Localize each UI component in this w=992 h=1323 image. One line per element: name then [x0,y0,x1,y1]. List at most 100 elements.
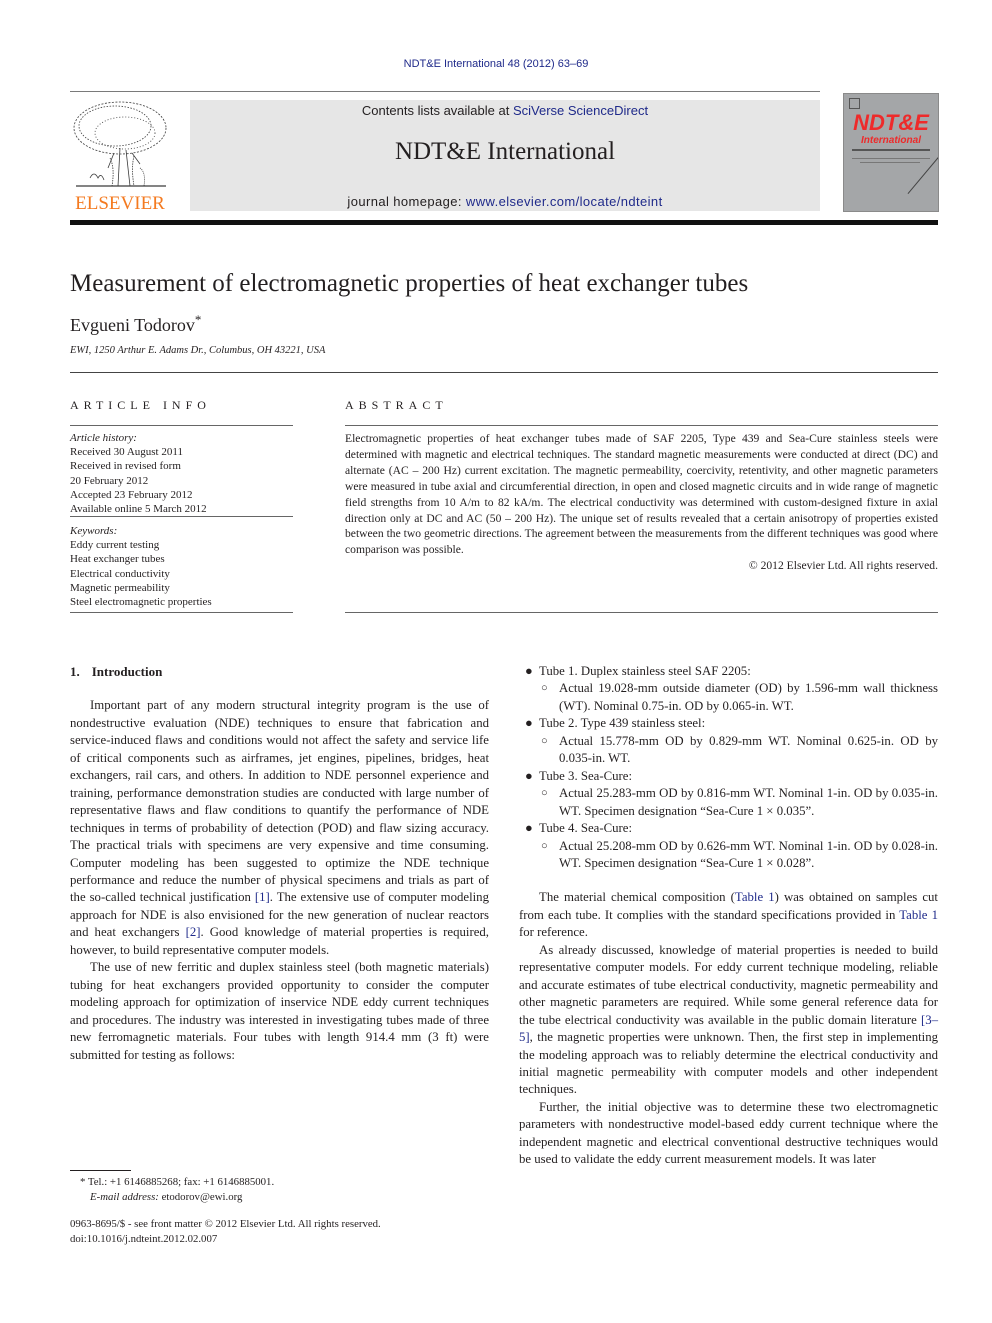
table-1-link[interactable]: Table 1 [735,890,775,904]
circle-bullet-icon: ○ [541,734,548,747]
tube-detail: ○ Actual 25.208-mm OD by 0.626-mm WT. Nom… [539,838,938,873]
abstract-heading: ABSTRACT [345,398,448,412]
journal-cover-image[interactable]: NDT&E International [843,93,939,212]
body-right-column: ● Tube 1. Duplex stainless steel SAF 220… [519,663,938,1169]
text-run: As already discussed, knowledge of mater… [519,942,938,1027]
article-info-rule [70,612,293,613]
citation-link-2[interactable]: [2] [186,925,201,939]
bullet-icon: ● [525,664,533,678]
right-paragraph-1: The material chemical composition (Table… [519,889,938,941]
header-thick-rule [70,220,938,225]
intro-paragraph-1: Important part of any modern structural … [70,697,489,959]
contents-prefix: Contents lists available at [361,103,513,118]
author-footnote-mark[interactable]: * [195,312,202,327]
article-info-rule [70,425,293,426]
article-title: Measurement of electromagnetic propertie… [70,270,749,297]
footnote-rule [70,1170,131,1171]
circle-bullet-icon: ○ [541,839,548,852]
section-heading-introduction: 1. Introduction [70,663,489,680]
keyword-item: Magnetic permeability [70,581,170,594]
homepage-link[interactable]: www.elsevier.com/locate/ndteint [466,194,663,209]
text-run: , the magnetic properties were unknown. … [519,1030,938,1097]
journal-reference[interactable]: NDT&E International 48 (2012) 63–69 [0,58,992,70]
tube-detail: ○ Actual 19.028-mm outside diameter (OD) … [539,680,938,715]
right-paragraph-2: As already discussed, knowledge of mater… [519,942,938,1099]
sciencedirect-link[interactable]: SciVerse ScienceDirect [513,103,648,118]
bullet-icon: ● [525,716,533,731]
tube-list-item: ● Tube 1. Duplex stainless steel SAF 220… [519,663,938,715]
tube-label: Tube 3. Sea-Cure: [539,768,633,783]
tube-detail: ○ Actual 15.778-mm OD by 0.829-mm WT. Nom… [539,733,938,768]
tube-list: ● Tube 1. Duplex stainless steel SAF 220… [519,663,938,872]
body-left-column: 1. Introduction Important part of any mod… [70,663,489,1064]
keyword-item: Heat exchanger tubes [70,553,165,566]
text-run: The material chemical composition ( [539,890,735,905]
elsevier-tree-icon: ELSEVIER [73,101,167,214]
homepage-line: journal homepage: www.elsevier.com/locat… [190,194,820,209]
history-item: Accepted 23 February 2012 [70,488,193,501]
history-item: Available online 5 March 2012 [70,503,207,516]
tube-detail-text: Actual 15.778-mm OD by 0.829-mm WT. Nomi… [559,733,938,766]
right-paragraph-3: Further, the initial objective was to de… [519,1099,938,1167]
article-history-label: Article history: [70,432,137,444]
tube-detail-text: Actual 19.028-mm outside diameter (OD) b… [559,681,938,713]
section-title: Introduction [91,664,163,679]
section-number: 1. [70,664,80,679]
cover-text-line [852,149,930,151]
history-item: Received in revised form [70,460,181,473]
abstract-body: Electromagnetic properties of heat excha… [345,431,938,574]
cover-text-line [860,162,920,163]
history-item: 20 February 2012 [70,474,149,487]
journal-title: NDT&E International [394,138,616,165]
cover-title: NDT&E [853,110,929,135]
article-info-heading: ARTICLE INFO [70,398,211,412]
footnote-contact: * Tel.: +1 6146885268; fax: +1 614688500… [80,1176,275,1188]
cover-publisher-mark-icon [849,98,860,109]
author-line: Evgueni Todorov* [70,312,201,336]
text-run: Important part of any modern structural … [70,698,489,905]
tube-list-item: ● Tube 3. Sea-Cure: ○ Actual 25.283-mm OD… [519,768,938,820]
cover-subtitle: International [860,135,921,146]
title-rule [70,372,938,373]
history-item: Received 30 August 2011 [70,446,183,459]
keywords: Keywords: Eddy current testing Heat exch… [70,524,293,609]
abstract-text: Electromagnetic properties of heat excha… [345,432,938,557]
abstract-rule [345,425,938,426]
circle-bullet-icon: ○ [541,787,548,800]
email-label: E-mail address: [90,1190,162,1203]
keywords-label: Keywords: [70,525,118,537]
author-affiliation: EWI, 1250 Arthur E. Adams Dr., Columbus,… [70,345,326,356]
table-1-link[interactable]: Table 1 [899,908,938,922]
contents-line: Contents lists available at SciVerse Sci… [190,103,820,118]
tube-list-item: ● Tube 2. Type 439 stainless steel: ○ Act… [519,715,938,767]
doi-line[interactable]: doi:10.1016/j.ndteint.2012.02.007 [70,1232,500,1247]
circle-bullet-icon: ○ [541,682,548,695]
keyword-item: Steel electromagnetic properties [70,596,212,609]
author-name[interactable]: Evgueni Todorov [70,315,195,335]
keyword-item: Electrical conductivity [70,567,170,580]
tube-detail-text: Actual 25.208-mm OD by 0.626-mm WT. Nomi… [559,838,938,870]
journal-banner: Contents lists available at SciVerse Sci… [190,100,820,211]
issn-line: 0963-8695/$ - see front matter © 2012 El… [70,1218,381,1230]
citation-link-1[interactable]: [1] [255,890,270,904]
bullet-icon: ● [525,768,533,783]
elsevier-wordmark: ELSEVIER [75,193,165,211]
abstract-copyright: © 2012 Elsevier Ltd. All rights reserved… [748,559,938,573]
text-run: for reference. [519,925,588,940]
header-rule [70,91,820,92]
keyword-item: Eddy current testing [70,539,160,552]
front-matter: 0963-8695/$ - see front matter © 2012 El… [70,1217,500,1246]
tube-label: Tube 1. Duplex stainless steel SAF 2205: [539,664,751,678]
homepage-prefix: journal homepage: [347,194,466,209]
tube-detail: ○ Actual 25.283-mm OD by 0.816-mm WT. Nom… [539,785,938,820]
elsevier-logo[interactable]: ELSEVIER [70,98,170,214]
cover-diagonal-line [907,155,938,194]
email-address[interactable]: etodorov@ewi.org [162,1191,243,1203]
article-history: Article history: Received 30 August 2011… [70,431,293,516]
footnote-email-line: E-mail address: etodorov@ewi.org [70,1190,500,1205]
bullet-icon: ● [525,821,533,836]
tube-list-item: ● Tube 4. Sea-Cure: ○ Actual 25.208-mm OD… [519,820,938,872]
article-info-rule [70,516,293,517]
cover-text-line [852,158,930,159]
